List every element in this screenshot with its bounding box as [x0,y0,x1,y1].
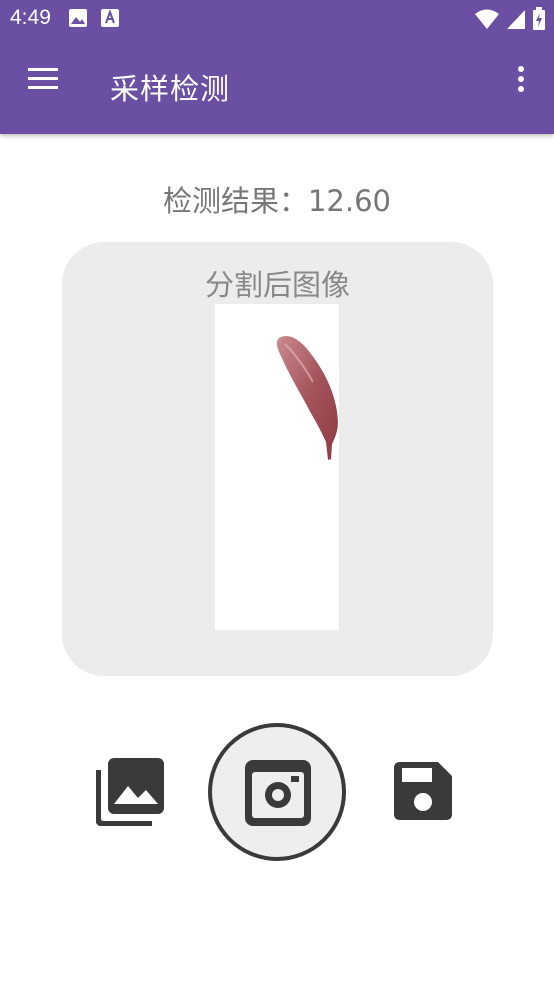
menu-icon[interactable] [28,68,58,90]
notification-icons [68,8,120,28]
result-value: 12.60 [307,184,392,218]
text-notification-icon [101,9,119,27]
gallery-button[interactable] [95,756,166,827]
segmented-image [215,304,339,630]
card-title: 分割后图像 [204,268,350,302]
image-notification-icon [69,9,87,27]
app-title: 采样检测 [110,72,231,106]
camera-button[interactable] [208,723,346,861]
segmented-tongue-image [276,335,338,460]
status-bar: 4:49 [0,0,554,36]
more-vert-icon[interactable] [516,66,526,94]
status-time: 4:49 [10,6,51,29]
bottom-controls [0,722,554,862]
wifi-icon [475,9,499,29]
system-icons [474,7,546,31]
detection-result: 检测结果：12.60 [0,178,554,220]
photo-library-icon [95,758,164,827]
save-icon [394,762,452,820]
save-button[interactable] [392,760,454,822]
signal-icon [507,10,525,29]
camera-icon [245,760,311,826]
app-bar: 采样检测 [0,36,554,134]
image-card: 分割后图像 [62,242,493,676]
battery-icon [533,7,545,30]
result-label: 检测结果： [162,184,308,218]
